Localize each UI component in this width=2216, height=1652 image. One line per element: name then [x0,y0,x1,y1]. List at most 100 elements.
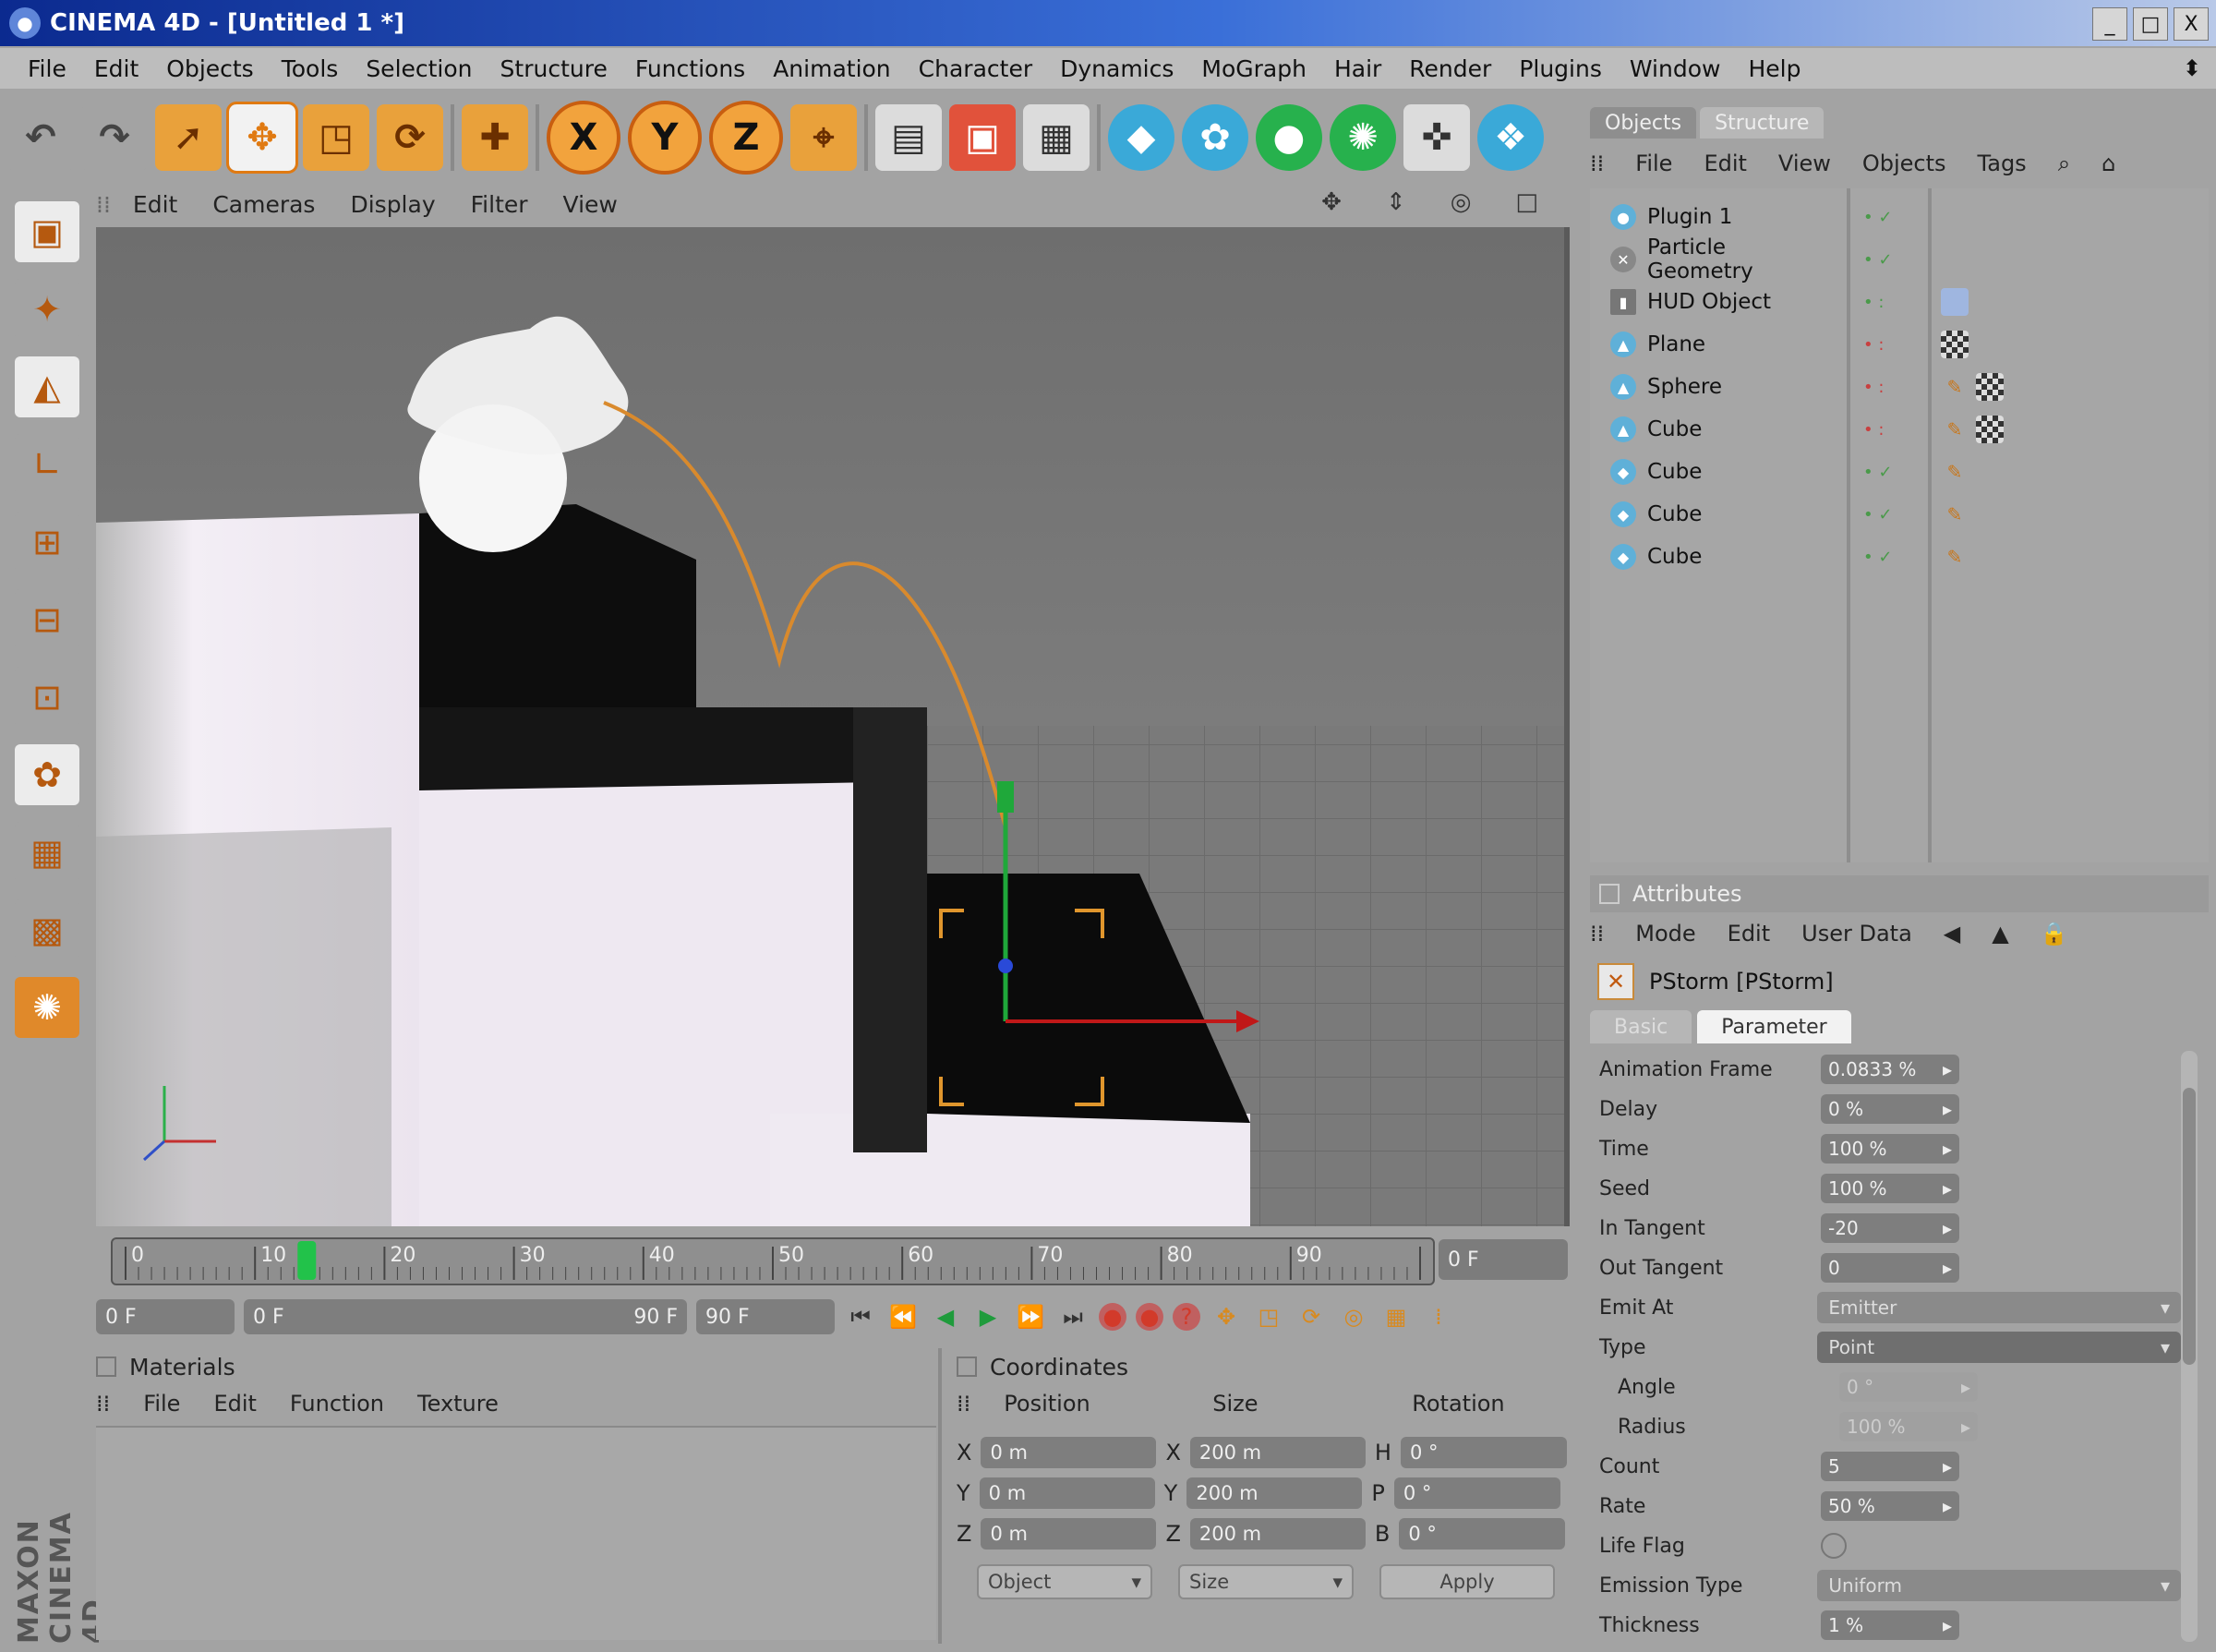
emit-at-dropdown[interactable]: Emitter ▾ [1817,1292,2181,1323]
coordinate-system-button[interactable]: ⌖ [790,104,857,171]
panel-collapse-icon[interactable] [96,1357,116,1377]
go-to-start-icon[interactable]: ⏮ [844,1300,877,1333]
menu-character[interactable]: Character [919,55,1032,82]
phong-tag-icon[interactable]: ✎ [1941,416,1969,443]
visibility-toggle[interactable]: • ✓ [1863,463,1892,482]
play-backwards-icon[interactable]: ◀ [929,1300,962,1333]
om-menu-tags[interactable]: Tags [1978,151,2027,176]
rotate-tool-button[interactable]: ⟳ [377,104,443,171]
life-flag-checkbox[interactable] [1821,1533,1847,1559]
viewport-menu-cameras[interactable]: Cameras [212,191,315,218]
drag-handle-icon[interactable]: ⁞⁞ [1590,921,1604,947]
om-menu-view[interactable]: View [1778,151,1831,176]
param-value-field[interactable]: 5 ▸ [1821,1452,1959,1481]
start-frame-field[interactable]: 0 F [96,1299,235,1334]
lock-icon[interactable]: 🔒 [2041,921,2068,947]
menu-hair[interactable]: Hair [1334,55,1381,82]
go-to-end-icon[interactable]: ⏭ [1056,1300,1090,1333]
object-row[interactable]: ✕ Particle Geometry • ✓ [1590,235,2209,283]
render-settings-button[interactable]: ▦ [1023,104,1090,171]
phong-tag-icon[interactable]: ✎ [1941,543,1969,571]
param-value-field[interactable]: 0 % ▸ [1821,1094,1959,1124]
om-menu-objects[interactable]: Objects [1862,151,1946,176]
object-row[interactable]: ▲ Sphere • : ✎ [1590,368,2209,406]
layout-toggle-icon[interactable]: ⬍ [2183,55,2201,81]
timeline-ruler[interactable]: 0 10 20 30 40 50 60 70 80 90 [111,1237,1435,1285]
z-axis-handle[interactable] [998,959,1013,973]
drag-handle-icon[interactable]: ⁞⁞ [957,1391,970,1417]
am-menu-edit[interactable]: Edit [1728,921,1770,947]
z-axis-lock-button[interactable]: Z [709,101,783,175]
visibility-toggle[interactable]: • ✓ [1863,208,1892,227]
visibility-toggle[interactable]: • ✓ [1863,250,1892,270]
coordinate-mode-dropdown[interactable]: Object ▾ [977,1564,1152,1599]
record-keyframe-icon[interactable]: ● [1099,1303,1126,1331]
texture-tag-icon[interactable] [1976,373,2004,401]
visibility-toggle[interactable]: • : [1863,293,1884,312]
panel-divider[interactable] [938,1348,942,1644]
size-y-field[interactable]: 200 m [1186,1477,1363,1509]
close-button[interactable]: X [2174,7,2209,41]
rotation-b-field[interactable]: 0 ° [1399,1518,1566,1550]
play-forwards-icon[interactable]: ▶ [971,1300,1005,1333]
add-deformer-button[interactable]: ✜ [1403,104,1470,171]
attributes-scrollbar[interactable] [2181,1051,2198,1642]
tab-basic[interactable]: Basic [1590,1010,1692,1043]
render-view-button[interactable]: ▤ [875,104,942,171]
scale-tool-button[interactable]: ◳ [303,104,369,171]
scale-key-icon[interactable]: ◳ [1252,1300,1285,1333]
texture-tag-icon[interactable] [1976,416,2004,443]
parameter-key-icon[interactable]: ◎ [1337,1300,1370,1333]
emission-type-dropdown[interactable]: Uniform ▾ [1817,1570,2181,1601]
phong-tag-icon[interactable]: ✎ [1941,500,1969,528]
menu-selection[interactable]: Selection [366,55,472,82]
visibility-toggle[interactable]: • : [1863,378,1884,397]
tab-parameter[interactable]: Parameter [1697,1010,1851,1043]
materials-menu-file[interactable]: File [143,1391,180,1417]
y-axis-lock-button[interactable]: Y [628,101,702,175]
stepper-icon[interactable]: ▸ [1943,1058,1952,1080]
menu-structure[interactable]: Structure [500,55,608,82]
viewport-menu-view[interactable]: View [563,191,618,218]
materials-menu-edit[interactable]: Edit [213,1391,256,1417]
object-row[interactable]: ● Plugin 1 • ✓ [1590,198,2209,236]
visibility-toggle[interactable]: • : [1863,420,1884,440]
keyframe-selection-icon[interactable]: ? [1173,1303,1200,1331]
object-row[interactable]: ▲ Plane • : [1590,325,2209,364]
previous-key-icon[interactable]: ⏪ [886,1300,920,1333]
autokey-icon[interactable]: ● [1136,1303,1163,1331]
end-frame-field[interactable]: 90 F [696,1299,835,1334]
stepper-icon[interactable]: ▸ [1943,1455,1952,1477]
menu-objects[interactable]: Objects [166,55,253,82]
param-value-field[interactable]: 0.0833 % ▸ [1821,1055,1959,1084]
recent-tools-button[interactable]: ✚ [462,104,528,171]
param-value-field[interactable]: 100 % ▸ [1821,1174,1959,1203]
use-texture-tool-icon[interactable]: ◭ [15,356,79,417]
add-cube-button[interactable]: ◆ [1108,104,1174,171]
enable-tweak-icon[interactable]: ▦ [15,822,79,883]
x-axis-lock-button[interactable]: X [547,101,620,175]
object-row[interactable]: ▮ HUD Object • : [1590,283,2209,321]
add-nurbs-button[interactable]: ✿ [1182,104,1248,171]
materials-area[interactable] [96,1426,936,1640]
object-row[interactable]: ◆ Cube • ✓ ✎ [1590,537,2209,576]
drag-handle-icon[interactable]: ⁞⁞ [1590,151,1604,176]
object-row[interactable]: ◆ Cube • ✓ ✎ [1590,495,2209,534]
panel-collapse-icon[interactable] [957,1357,977,1377]
stepper-icon[interactable]: ▸ [1943,1257,1952,1279]
use-points-tool-icon[interactable]: ⊞ [15,512,79,573]
position-x-field[interactable]: 0 m [981,1437,1157,1468]
current-frame-marker[interactable] [297,1241,317,1280]
viewport-menu-filter[interactable]: Filter [471,191,528,218]
rotation-h-field[interactable]: 0 ° [1400,1437,1567,1468]
viewport-menu-display[interactable]: Display [350,191,435,218]
phong-tag-icon[interactable]: ✎ [1941,373,1969,401]
object-row[interactable]: ◆ Cube • ✓ ✎ [1590,452,2209,491]
stepper-icon[interactable]: ▸ [1943,1177,1952,1200]
om-menu-file[interactable]: File [1635,151,1672,176]
menu-mograph[interactable]: MoGraph [1201,55,1307,82]
menu-plugins[interactable]: Plugins [1519,55,1602,82]
panel-collapse-icon[interactable] [1599,884,1620,904]
move-tool-button[interactable]: ✥ [226,102,298,174]
visibility-toggle[interactable]: • : [1863,335,1884,355]
